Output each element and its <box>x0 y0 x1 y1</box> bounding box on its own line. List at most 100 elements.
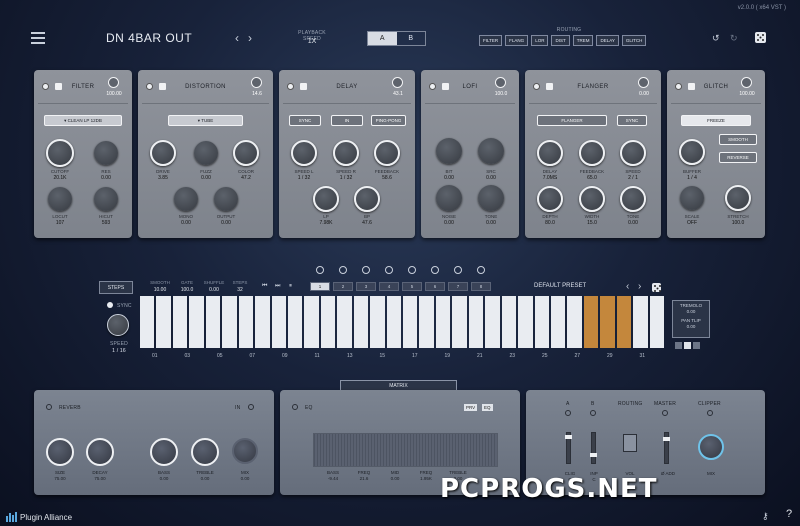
step-bar[interactable] <box>156 296 171 348</box>
lp-knob[interactable] <box>313 186 339 212</box>
clipper-mix-knob[interactable] <box>698 434 724 460</box>
step-bar[interactable] <box>140 296 155 348</box>
seq-prev-icon[interactable]: ‹ <box>626 281 629 292</box>
seq-dice-icon[interactable] <box>652 283 661 292</box>
step-bar[interactable] <box>172 296 188 348</box>
filter-mix-knob[interactable] <box>108 77 119 88</box>
sync-toggle-icon[interactable] <box>107 302 113 308</box>
route-filter[interactable]: FILTER <box>479 35 503 46</box>
decay-knob[interactable] <box>86 438 114 466</box>
reverb-mix-knob[interactable] <box>232 438 258 464</box>
bp-knob[interactable] <box>354 186 380 212</box>
step-bar[interactable] <box>600 296 615 348</box>
snapshot-6-button[interactable]: 6 <box>425 282 445 291</box>
seq-gate[interactable]: GATE 100.0 <box>175 280 199 293</box>
redo-icon[interactable]: ↻ <box>730 33 738 44</box>
bass-knob[interactable] <box>150 438 178 466</box>
drive-knob[interactable] <box>150 140 176 166</box>
scale-knob[interactable] <box>680 186 704 210</box>
eq-prv-button[interactable]: PRV <box>464 404 478 411</box>
treble-knob[interactable] <box>191 438 219 466</box>
size-knob[interactable] <box>46 438 74 466</box>
step-bar[interactable] <box>287 296 303 348</box>
step-bar[interactable] <box>419 296 434 348</box>
ping-pong-button[interactable]: PING-PONG <box>371 115 406 126</box>
distortion-type-select[interactable]: ▾ TUBE <box>168 115 243 126</box>
flanger-mix-knob[interactable] <box>638 77 649 88</box>
next-preset-icon[interactable]: › <box>248 31 252 45</box>
fuzz-knob[interactable] <box>194 141 218 165</box>
pause-icon[interactable]: ⏸ <box>289 283 292 290</box>
stretch-knob[interactable] <box>725 185 751 211</box>
delay-sync-button[interactable]: SYNC <box>289 115 321 126</box>
step-bar[interactable] <box>353 296 369 348</box>
b-button[interactable]: B <box>397 32 426 45</box>
bit-knob[interactable] <box>436 138 462 164</box>
step-bar[interactable] <box>567 296 582 348</box>
step-bar[interactable] <box>238 296 254 348</box>
snapshot-2-button[interactable]: 2 <box>333 282 353 291</box>
snapshot-8-icon[interactable] <box>477 266 485 274</box>
output-knob[interactable] <box>214 187 238 211</box>
master-a-icon[interactable] <box>565 410 571 416</box>
mono-knob[interactable] <box>174 187 198 211</box>
tremolo-box[interactable]: TREMOLO 0.00 PAN TLIP 0.00 <box>672 300 710 338</box>
distortion-mix-knob[interactable] <box>251 77 262 88</box>
snapshot-7-button[interactable]: 7 <box>448 282 468 291</box>
eq-power-icon[interactable] <box>292 404 298 410</box>
flanger-mode-button[interactable]: FLANGER <box>537 115 607 126</box>
step-bar[interactable] <box>403 296 418 348</box>
a-button[interactable]: A <box>368 32 397 45</box>
route-trem[interactable]: TREM <box>572 35 594 46</box>
step-bar[interactable] <box>534 296 549 348</box>
flanger-tone-knob[interactable] <box>620 186 646 212</box>
steps-button[interactable]: STEPS <box>99 281 133 294</box>
color-knob[interactable] <box>233 140 259 166</box>
tone-knob[interactable] <box>478 185 504 211</box>
smooth-button[interactable]: SMOOTH <box>719 134 757 145</box>
reverse-button[interactable]: REVERSE <box>719 152 757 163</box>
snapshot-6-icon[interactable] <box>431 266 439 274</box>
delay-in-button[interactable]: IN <box>331 115 363 126</box>
buffer-knob[interactable] <box>679 139 705 165</box>
route-delay[interactable]: DELAY <box>596 35 619 46</box>
feedback-knob[interactable] <box>374 140 400 166</box>
step-bar[interactable] <box>271 296 286 348</box>
reverb-in-icon[interactable] <box>248 404 254 410</box>
flanger-feedback-knob[interactable] <box>579 140 605 166</box>
snapshot-7-icon[interactable] <box>454 266 462 274</box>
step-bar[interactable] <box>386 296 401 348</box>
step-bar[interactable] <box>583 296 599 348</box>
speed-l-knob[interactable] <box>291 140 317 166</box>
route-flang[interactable]: FLANG <box>505 35 529 46</box>
seq-speed-knob[interactable] <box>107 314 129 336</box>
snapshot-2-icon[interactable] <box>339 266 347 274</box>
snapshot-3-icon[interactable] <box>362 266 370 274</box>
step-bar[interactable] <box>337 296 352 348</box>
master-fader[interactable] <box>663 432 670 464</box>
forward-icon[interactable]: ⏭ <box>275 283 280 290</box>
snapshot-1-button[interactable]: 1 <box>310 282 330 291</box>
snapshot-5-button[interactable]: 5 <box>402 282 422 291</box>
route-glitch[interactable]: GLITCH <box>621 35 647 46</box>
speed-r-knob[interactable] <box>333 140 359 166</box>
routing-switch-icon[interactable] <box>623 434 637 452</box>
reverb-power-icon[interactable] <box>46 404 52 410</box>
step-bar[interactable] <box>452 296 467 348</box>
lofi-mix-knob[interactable] <box>495 77 506 88</box>
step-bar[interactable] <box>370 296 385 348</box>
step-bar[interactable] <box>205 296 221 348</box>
key-icon[interactable]: ⚷ <box>762 511 769 522</box>
mode-r-button[interactable] <box>693 342 700 349</box>
snapshot-1-icon[interactable] <box>316 266 324 274</box>
route-lor[interactable]: LOR <box>531 35 549 46</box>
step-bar[interactable] <box>255 296 270 348</box>
width-knob[interactable] <box>579 186 605 212</box>
master-icon[interactable] <box>662 410 668 416</box>
step-bar[interactable] <box>616 296 632 348</box>
clipper-icon[interactable] <box>707 410 713 416</box>
res-knob[interactable] <box>94 141 118 165</box>
snapshot-5-icon[interactable] <box>408 266 416 274</box>
mode-l-button[interactable] <box>675 342 682 349</box>
route-dist[interactable]: DIST <box>551 35 570 46</box>
